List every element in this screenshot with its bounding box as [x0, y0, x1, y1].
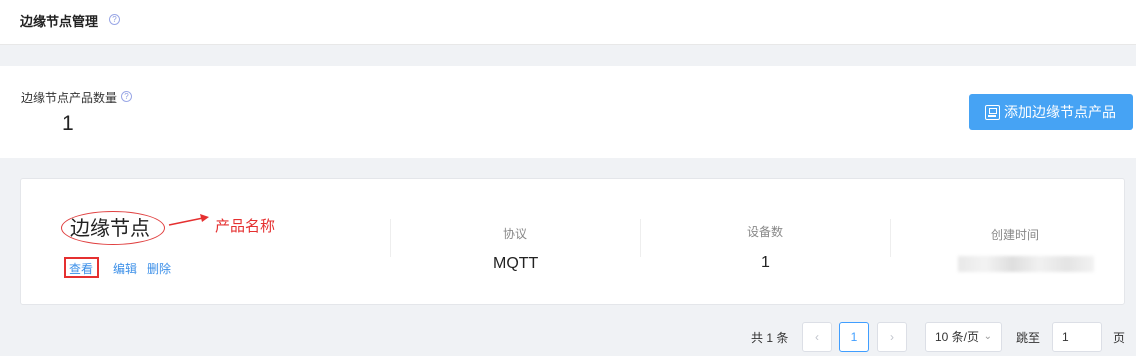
protocol-label: 协议 [503, 227, 528, 241]
edit-link[interactable]: 编辑 [113, 260, 137, 277]
jump-page-input[interactable] [1052, 322, 1102, 352]
chevron-right-icon: › [890, 330, 894, 344]
total-count-text: 共 1 条 [751, 331, 789, 345]
product-name-annotation: 产品名称 [215, 218, 276, 235]
product-count-label: 边缘节点产品数量 [21, 91, 118, 105]
next-page-button[interactable]: › [877, 322, 907, 352]
device-count-label: 设备数 [747, 225, 784, 239]
product-card: 边缘节点 产品名称 查看 编辑 删除 协议 MQTT 设备数 1 创建时间 [20, 178, 1125, 305]
product-count-value: 1 [62, 112, 74, 135]
page-size-select[interactable]: 10 条/页 ⌄ [925, 322, 1002, 352]
page-number-button[interactable]: 1 [839, 322, 869, 352]
created-time-value-redacted [958, 256, 1094, 272]
question-circle-icon[interactable]: ? [121, 91, 132, 102]
column-divider [890, 219, 891, 257]
chevron-left-icon: ‹ [815, 330, 819, 344]
add-product-icon [985, 104, 1000, 120]
pagination: 共 1 条 ‹ 1 › 10 条/页 ⌄ 跳至 页 [0, 320, 1136, 356]
page-title: 边缘节点管理 [20, 14, 99, 29]
protocol-value: MQTT [493, 255, 539, 272]
add-edge-product-label: 添加边缘节点产品 [1004, 104, 1116, 120]
summary-panel: 边缘节点产品数量 ? 1 添加边缘节点产品 [0, 66, 1136, 158]
device-count-value: 1 [761, 254, 770, 271]
delete-link[interactable]: 删除 [147, 260, 171, 277]
annotation-arrow-icon [168, 214, 209, 226]
column-divider [390, 219, 391, 257]
created-time-label: 创建时间 [991, 228, 1040, 242]
prev-page-button[interactable]: ‹ [802, 322, 832, 352]
page-unit-label: 页 [1113, 331, 1126, 345]
page-size-value: 10 条/页 [935, 330, 980, 344]
question-circle-icon[interactable]: ? [109, 14, 120, 25]
column-divider [640, 219, 641, 257]
chevron-down-icon: ⌄ [983, 331, 992, 342]
jump-to-label: 跳至 [1016, 331, 1041, 345]
view-link[interactable]: 查看 [69, 260, 93, 277]
page-header: 边缘节点管理 ? [0, 0, 1136, 45]
add-edge-product-button[interactable]: 添加边缘节点产品 [969, 94, 1133, 130]
highlight-ellipse [61, 211, 165, 245]
